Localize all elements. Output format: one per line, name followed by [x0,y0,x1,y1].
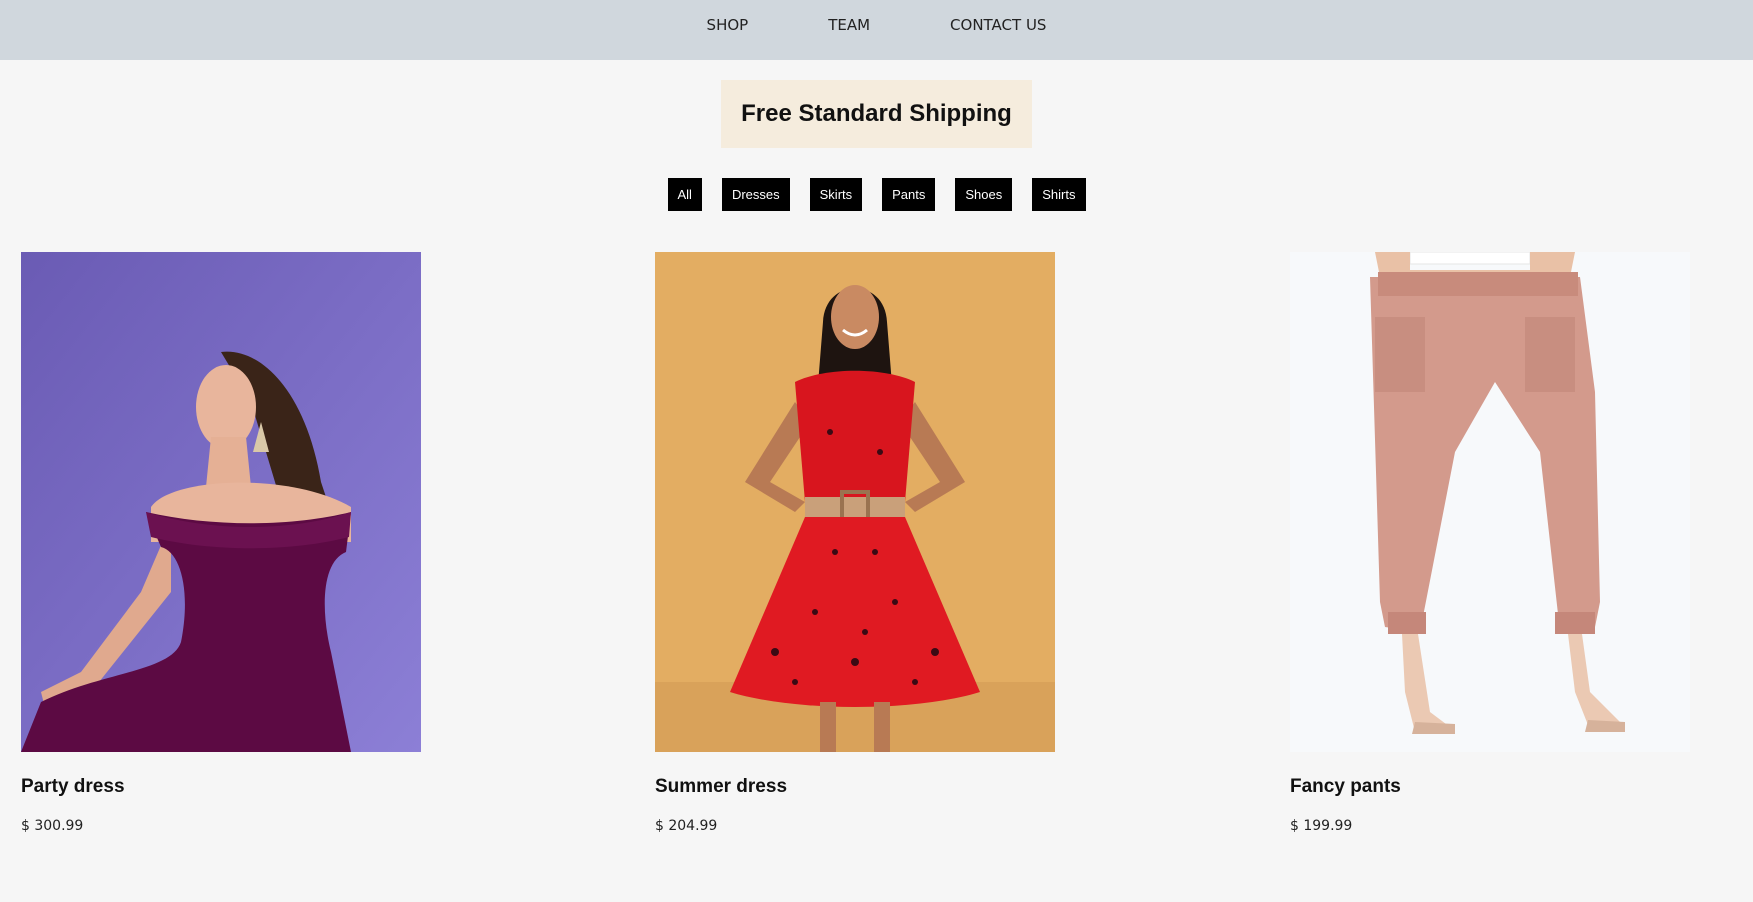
product-card[interactable]: Summer dress $ 204.99 [655,252,1055,834]
banner-wrap: Free Standard Shipping [0,80,1753,148]
nav-team-link[interactable]: TEAM [828,16,870,44]
filter-all-button[interactable]: All [667,178,702,211]
product-image-party-dress[interactable] [21,252,421,752]
category-filters: All Dresses Skirts Pants Shoes Shirts [0,178,1753,211]
product-price: $ 300.99 [21,818,84,834]
product-image-summer-dress[interactable] [655,252,1055,752]
shipping-banner: Free Standard Shipping [721,80,1032,148]
filter-skirts-button[interactable]: Skirts [809,178,863,211]
filter-pants-button[interactable]: Pants [882,178,936,211]
product-card[interactable]: Fancy pants $ 199.99 [1290,252,1690,834]
product-name[interactable]: Party dress [21,776,421,798]
product-name[interactable]: Fancy pants [1290,776,1690,798]
top-nav: SHOP TEAM CONTACT US [0,0,1753,60]
product-price: $ 204.99 [655,818,718,834]
nav-shop-link[interactable]: SHOP [707,16,749,44]
product-price: $ 199.99 [1290,818,1353,834]
product-name[interactable]: Summer dress [655,776,1055,798]
nav-contact-link[interactable]: CONTACT US [950,16,1046,44]
product-grid: Party dress $ 300.99 Summer dress $ 204.… [0,252,1753,902]
filter-shoes-button[interactable]: Shoes [955,178,1013,211]
product-card[interactable]: Party dress $ 300.99 [21,252,421,834]
filter-dresses-button[interactable]: Dresses [721,178,790,211]
filter-shirts-button[interactable]: Shirts [1032,178,1086,211]
product-image-fancy-pants[interactable] [1290,252,1690,752]
